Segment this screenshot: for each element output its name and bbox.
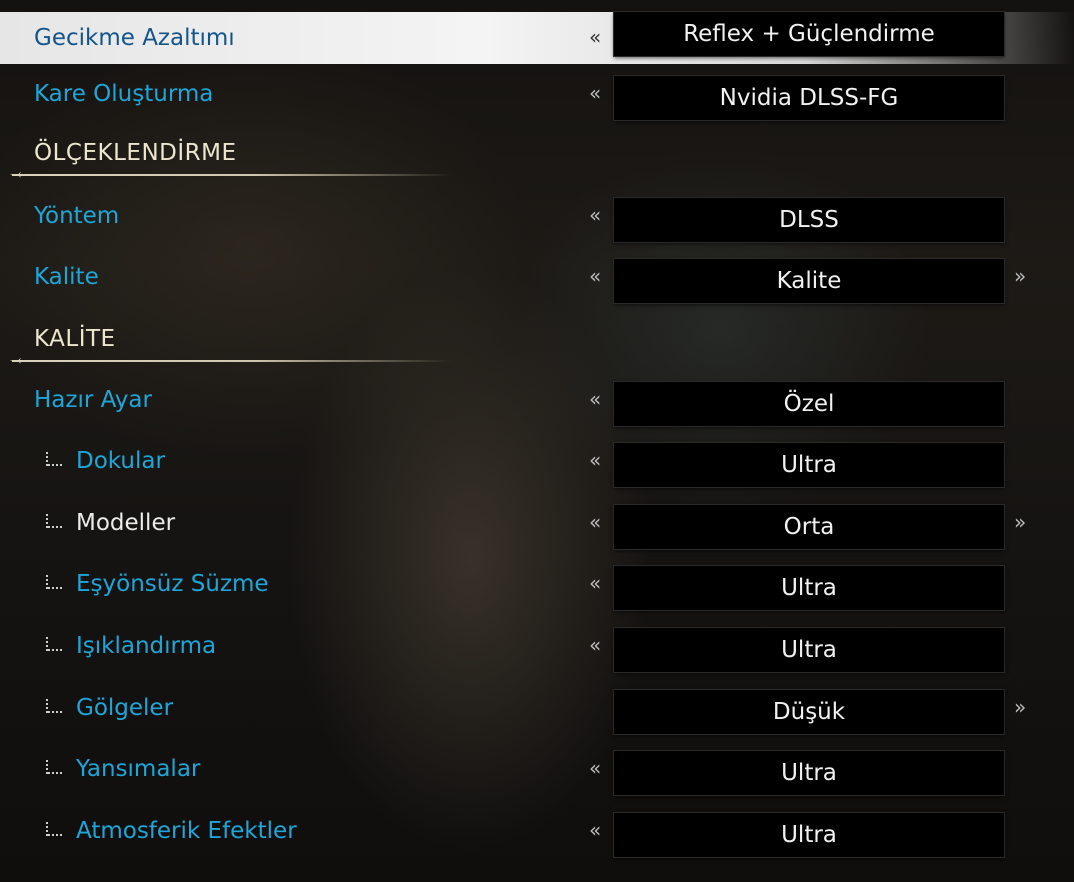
arrow-right-icon[interactable]: » [1014,682,1026,734]
setting-value: Düşük [772,699,846,725]
section-title: KALİTE [34,326,116,352]
setting-row-frame-generation[interactable]: Kare Oluşturma « Nvidia DLSS-FG [0,68,1074,120]
setting-label: Kalite [34,264,99,290]
setting-row-models[interactable]: Modeller « Orta » [0,497,1074,549]
setting-value-box[interactable]: Ultra [614,628,1004,672]
setting-row-anisotropic-filtering[interactable]: Eşyönsüz Süzme « Ultra [0,558,1074,610]
setting-value: Ultra [781,760,837,786]
setting-value: Özel [783,391,835,417]
section-header-upscaling: ÖLÇEKLENDİRME ⤙ [0,140,600,184]
setting-value: Ultra [781,637,837,663]
section-header-quality: KALİTE ⤙ [0,326,600,370]
setting-value-box[interactable]: Ultra [614,566,1004,610]
setting-row-reflections[interactable]: Yansımalar « Ultra [0,743,1074,795]
tree-branch-icon [44,514,66,530]
setting-label: Eşyönsüz Süzme [76,571,269,597]
setting-label: Gölgeler [76,695,174,721]
setting-value-box[interactable]: Orta [614,505,1004,549]
setting-value: Kalite [776,268,842,294]
setting-value-box[interactable]: Ultra [614,443,1004,487]
setting-row-latency-reduction[interactable]: Gecikme Azaltımı « Reflex + Güçlendirme [0,12,1074,64]
setting-value-box[interactable]: Reflex + Güçlendirme [614,12,1004,56]
setting-value-box[interactable]: Ultra [614,813,1004,857]
arrow-left-icon[interactable]: « [589,68,601,120]
arrow-left-icon[interactable]: « [589,620,601,672]
setting-label: Yansımalar [76,756,201,782]
setting-value: DLSS [779,207,839,233]
arrow-left-icon[interactable]: « [589,743,601,795]
setting-value-box[interactable]: Kalite [614,259,1004,303]
setting-label: Kare Oluşturma [34,81,214,107]
setting-value-box[interactable]: Düşük [614,690,1004,734]
setting-row-shadows[interactable]: Gölgeler Düşük » [0,682,1074,734]
tree-branch-icon [44,760,66,776]
setting-row-method[interactable]: Yöntem « DLSS [0,190,1074,242]
setting-label: Yöntem [34,203,120,229]
setting-label: Gecikme Azaltımı [34,25,235,51]
setting-label: Atmosferik Efektler [76,818,297,844]
setting-value-box[interactable]: DLSS [614,198,1004,242]
arrow-left-icon[interactable]: « [589,435,601,487]
arrow-right-icon[interactable]: » [1014,251,1026,303]
tree-branch-icon [44,637,66,653]
tree-branch-icon [44,822,66,838]
setting-label: Hazır Ayar [34,387,152,413]
setting-row-atmospheric-effects[interactable]: Atmosferik Efektler « Ultra [0,805,1074,857]
setting-value: Reflex + Güçlendirme [683,21,935,47]
setting-label: Işıklandırma [76,633,217,659]
setting-value: Ultra [781,452,837,478]
arrow-right-icon[interactable]: » [1014,497,1026,549]
arrow-left-icon[interactable]: « [589,251,601,303]
section-divider [12,360,452,362]
arrow-left-icon[interactable]: « [589,374,601,426]
arrow-left-icon[interactable]: « [589,497,601,549]
tree-branch-icon [44,575,66,591]
setting-label: Dokular [76,448,165,474]
setting-value-box[interactable]: Nvidia DLSS-FG [614,76,1004,120]
tree-branch-icon [44,452,66,468]
arrow-left-icon[interactable]: « [589,190,601,242]
arrow-left-icon[interactable]: « [589,805,601,857]
section-title: ÖLÇEKLENDİRME [34,140,237,166]
section-divider [12,174,452,176]
setting-value-box[interactable]: Özel [614,382,1004,426]
setting-row-textures[interactable]: Dokular « Ultra [0,435,1074,487]
setting-value: Ultra [781,822,837,848]
setting-value: Ultra [781,575,837,601]
setting-row-quality[interactable]: Kalite « Kalite » [0,251,1074,303]
setting-row-lighting[interactable]: Işıklandırma « Ultra [0,620,1074,672]
setting-row-preset[interactable]: Hazır Ayar « Özel [0,374,1074,426]
tree-branch-icon [44,699,66,715]
setting-value: Nvidia DLSS-FG [719,85,899,111]
setting-value: Orta [783,514,835,540]
setting-label: Modeller [76,510,176,536]
arrow-left-icon[interactable]: « [589,12,601,64]
arrow-left-icon[interactable]: « [589,558,601,610]
setting-value-box[interactable]: Ultra [614,751,1004,795]
